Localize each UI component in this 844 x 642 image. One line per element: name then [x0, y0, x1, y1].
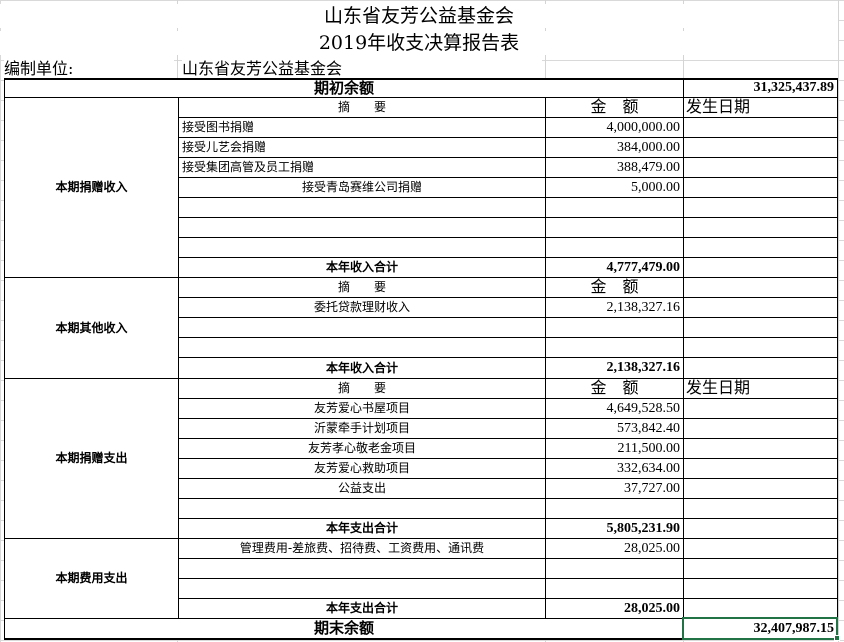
- opening-balance-value[interactable]: 31,325,437.89: [684, 79, 835, 97]
- item-amount[interactable]: 4,000,000.00: [546, 118, 681, 137]
- selected-cell-highlight: [682, 617, 838, 640]
- section-donation-income-label[interactable]: 本期捐赠收入: [5, 98, 178, 277]
- unit-value[interactable]: 山东省友芳公益基金会: [182, 60, 542, 78]
- item-amount[interactable]: 37,727.00: [546, 479, 680, 498]
- summary-header[interactable]: 摘 要: [179, 278, 545, 297]
- item-desc[interactable]: 管理费用-差旅费、招待费、工资费用、通讯费: [179, 539, 545, 558]
- item-desc[interactable]: 接受图书捐赠: [182, 118, 544, 137]
- summary-header[interactable]: 摘 要: [179, 98, 545, 117]
- item-desc[interactable]: 友芳爱心书屋项目: [179, 399, 545, 418]
- subtotal-label[interactable]: 本年支出合计: [179, 519, 545, 538]
- section-donation-expense-label[interactable]: 本期捐赠支出: [5, 379, 178, 538]
- report-title[interactable]: 山东省友芳公益基金会: [0, 4, 838, 28]
- opening-balance-label[interactable]: 期初余额: [5, 79, 683, 97]
- subtotal-value[interactable]: 2,138,327.16: [546, 358, 681, 378]
- item-desc[interactable]: 接受儿艺会捐赠: [182, 138, 544, 157]
- item-amount[interactable]: 388,479.00: [546, 158, 680, 177]
- item-desc[interactable]: 友芳孝心敬老金项目: [179, 439, 545, 458]
- item-desc[interactable]: 公益支出: [179, 479, 545, 498]
- report-subtitle[interactable]: 2019年收支决算报告表: [0, 31, 838, 55]
- column-gridline: [838, 0, 839, 642]
- date-header[interactable]: 发生日期: [686, 378, 836, 398]
- unit-label[interactable]: 编制单位:: [4, 60, 174, 78]
- item-amount[interactable]: 332,634.00: [546, 459, 680, 478]
- summary-header[interactable]: 摘 要: [179, 379, 545, 398]
- item-amount[interactable]: 2,138,327.16: [546, 298, 681, 317]
- amount-header[interactable]: 金 额: [546, 277, 683, 297]
- closing-balance-label[interactable]: 期末余额: [5, 619, 683, 638]
- subtotal-label[interactable]: 本年收入合计: [179, 358, 545, 378]
- item-desc[interactable]: 接受青岛赛维公司捐赠: [179, 178, 545, 197]
- fill-handle[interactable]: [834, 635, 840, 641]
- date-header[interactable]: 发生日期: [686, 97, 836, 117]
- item-desc[interactable]: 沂蒙牵手计划项目: [179, 419, 545, 438]
- item-desc[interactable]: 接受集团高管及员工捐赠: [182, 158, 544, 177]
- item-amount[interactable]: 211,500.00: [546, 439, 680, 458]
- item-amount[interactable]: 384,000.00: [546, 138, 680, 157]
- item-amount[interactable]: 4,649,528.50: [546, 399, 681, 418]
- item-amount[interactable]: 28,025.00: [546, 539, 680, 558]
- item-desc[interactable]: 友芳爱心救助项目: [179, 459, 545, 478]
- amount-header[interactable]: 金 额: [546, 97, 683, 117]
- subtotal-label[interactable]: 本年收入合计: [179, 258, 545, 277]
- amount-header[interactable]: 金 额: [546, 378, 683, 398]
- item-amount[interactable]: 573,842.40: [546, 419, 680, 438]
- subtotal-value[interactable]: 28,025.00: [546, 599, 680, 618]
- item-desc[interactable]: 委托贷款理财收入: [179, 298, 545, 317]
- section-fee-expense-label[interactable]: 本期费用支出: [5, 539, 178, 618]
- subtotal-label[interactable]: 本年支出合计: [179, 599, 545, 618]
- subtotal-value[interactable]: 5,805,231.90: [546, 519, 681, 538]
- section-other-income-label[interactable]: 本期其他收入: [5, 278, 178, 378]
- subtotal-value[interactable]: 4,777,479.00: [546, 258, 681, 277]
- item-amount[interactable]: 5,000.00: [546, 178, 680, 197]
